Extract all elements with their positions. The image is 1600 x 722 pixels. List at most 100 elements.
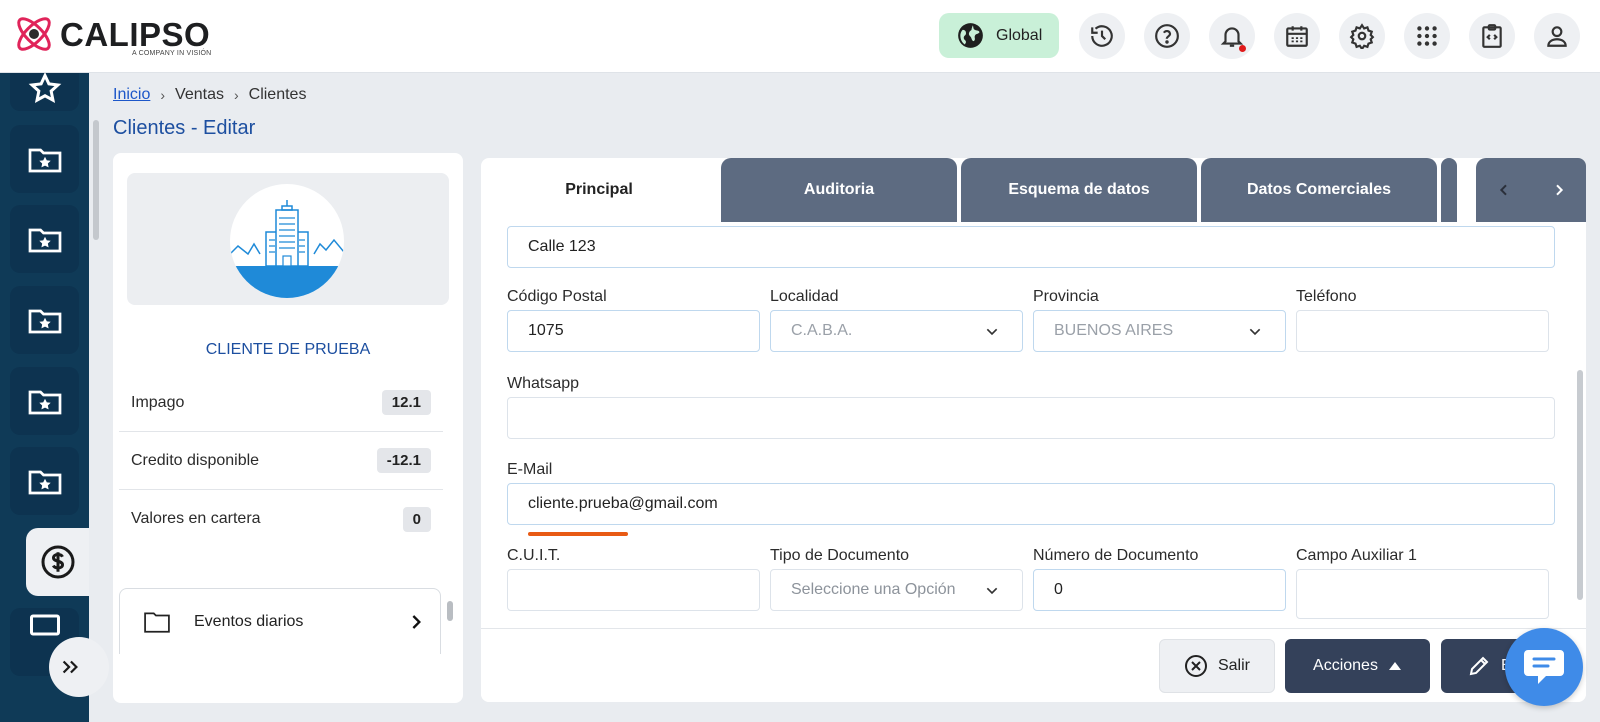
atom-logo-icon [17, 17, 51, 51]
starred-folder-icon [28, 148, 61, 173]
top-bar: CALIPSO A COMPANY IN VISIÓN Global [0, 0, 1600, 73]
localidad-select[interactable]: C.A.B.A. [770, 310, 1023, 352]
breadcrumb: Inicio › Ventas › Clientes [113, 86, 306, 104]
chevron-down-icon [986, 587, 998, 595]
numero-documento-label: Número de Documento [1033, 547, 1199, 564]
global-selector-button[interactable]: Global [939, 13, 1059, 58]
calendar-button[interactable] [1274, 13, 1320, 59]
chevron-left-icon[interactable] [1496, 182, 1512, 198]
actions-button-label: Acciones [1313, 657, 1378, 674]
notifications-button[interactable] [1209, 13, 1255, 59]
codigo-postal-input[interactable]: 1075 [507, 310, 760, 352]
daily-events-item[interactable]: Eventos diarios [119, 588, 441, 654]
chevron-down-icon [986, 328, 998, 336]
sidebar-item-folder-5[interactable] [10, 447, 79, 515]
stat-row-impago: Impago 12.1 [119, 374, 443, 432]
client-summary-card: CLIENTE DE PRUEBA Impago 12.1 Credito di… [113, 153, 463, 703]
calipso-logo[interactable]: CALIPSO A COMPANY IN VISIÓN [12, 12, 212, 60]
address-input[interactable]: Calle 123 [507, 226, 1555, 268]
user-profile-button[interactable] [1534, 13, 1580, 59]
stat-label: Credito disponible [131, 451, 260, 469]
chevron-right-icon[interactable] [1551, 182, 1567, 198]
apps-button[interactable] [1404, 13, 1450, 59]
tab-datos-comerciales[interactable]: Datos Comerciales [1201, 158, 1437, 222]
tab-esquema-datos[interactable]: Esquema de datos [961, 158, 1197, 222]
email-annotation-underline [528, 532, 628, 536]
folder-icon [144, 611, 170, 633]
page-title: Clientes - Editar [113, 117, 256, 139]
chevron-down-icon [1249, 328, 1261, 336]
card-icon [29, 614, 60, 636]
brand-tagline: A COMPANY IN VISIÓN [132, 50, 212, 57]
email-label: E-Mail [507, 461, 553, 478]
sidebar-expand-button[interactable] [49, 637, 109, 697]
apps-grid-icon [1417, 26, 1437, 46]
tab-principal[interactable]: Principal [481, 158, 717, 222]
tab-partial[interactable] [1441, 158, 1457, 222]
tipo-documento-select[interactable]: Seleccione una Opción [770, 569, 1023, 611]
settings-button[interactable] [1339, 13, 1385, 59]
dollar-circle-icon [41, 545, 74, 579]
client-name: CLIENTE DE PRUEBA [205, 341, 371, 358]
tab-auditoria[interactable]: Auditoria [721, 158, 957, 222]
sidebar-item-folder-3[interactable] [10, 286, 79, 354]
code-clipboard-button[interactable] [1469, 13, 1515, 59]
stat-badge: 0 [402, 506, 431, 532]
form-footer: Salir Acciones E [481, 628, 1586, 702]
tipo-documento-label: Tipo de Documento [770, 547, 910, 564]
left-card-scrollbar-thumb[interactable] [447, 601, 453, 621]
close-circle-icon [1184, 655, 1207, 677]
sidebar-item-folder-4[interactable] [10, 367, 79, 435]
chat-icon [1524, 650, 1564, 684]
stat-badge: 12.1 [381, 390, 431, 415]
breadcrumb-separator: › [160, 87, 166, 103]
email-input[interactable]: cliente.prueba@gmail.com [507, 483, 1555, 525]
notification-dot [1239, 45, 1246, 52]
breadcrumb-separator: › [233, 87, 239, 103]
left-sidebar [0, 73, 89, 722]
exit-button[interactable]: Salir [1159, 639, 1275, 693]
stat-row-valores: Valores en cartera 0 [119, 490, 443, 548]
code-clipboard-icon [1482, 24, 1502, 48]
daily-events-label: Eventos diarios [194, 612, 304, 630]
starred-folder-icon [28, 228, 61, 253]
localidad-label: Localidad [770, 288, 839, 305]
actions-button[interactable]: Acciones [1285, 639, 1430, 693]
help-icon [1155, 24, 1179, 48]
page-scrollbar-thumb[interactable] [93, 120, 99, 240]
whatsapp-input[interactable] [507, 397, 1555, 439]
breadcrumb-clientes: Clientes [248, 86, 307, 103]
provincia-label: Provincia [1033, 288, 1099, 305]
chat-support-button[interactable] [1505, 628, 1583, 706]
user-icon [1547, 26, 1567, 47]
pencil-icon [1469, 656, 1489, 676]
sidebar-item-folder-1[interactable] [10, 125, 79, 193]
history-icon [1091, 25, 1113, 47]
starred-folder-icon [28, 390, 61, 415]
sidebar-item-favorites[interactable] [10, 73, 79, 111]
stat-badge: -12.1 [376, 448, 431, 473]
help-button[interactable] [1144, 13, 1190, 59]
starred-folder-icon [28, 470, 61, 495]
history-button[interactable] [1079, 13, 1125, 59]
numero-documento-input[interactable]: 0 [1033, 569, 1286, 611]
brand-name: CALIPSO [60, 16, 211, 53]
provincia-select[interactable]: BUENOS AIRES [1033, 310, 1286, 352]
localidad-value: C.A.B.A. [791, 322, 853, 339]
global-label: Global [996, 26, 1043, 44]
cuit-input[interactable] [507, 569, 760, 611]
sidebar-item-folder-2[interactable] [10, 205, 79, 273]
breadcrumb-home-link[interactable]: Inicio [113, 86, 150, 104]
settings-icon [1349, 23, 1375, 49]
stat-label: Valores en cartera [131, 510, 261, 527]
chevron-right-icon [412, 614, 421, 629]
telefono-input[interactable] [1296, 310, 1549, 352]
globe-icon [958, 23, 983, 48]
client-avatar-box [127, 173, 449, 305]
sidebar-item-sales[interactable] [26, 528, 89, 596]
campo-auxiliar-input[interactable] [1296, 569, 1549, 619]
whatsapp-label: Whatsapp [507, 375, 580, 392]
exit-button-label: Salir [1217, 657, 1250, 674]
stat-label: Impago [131, 393, 185, 411]
form-scrollbar-thumb[interactable] [1577, 370, 1583, 600]
